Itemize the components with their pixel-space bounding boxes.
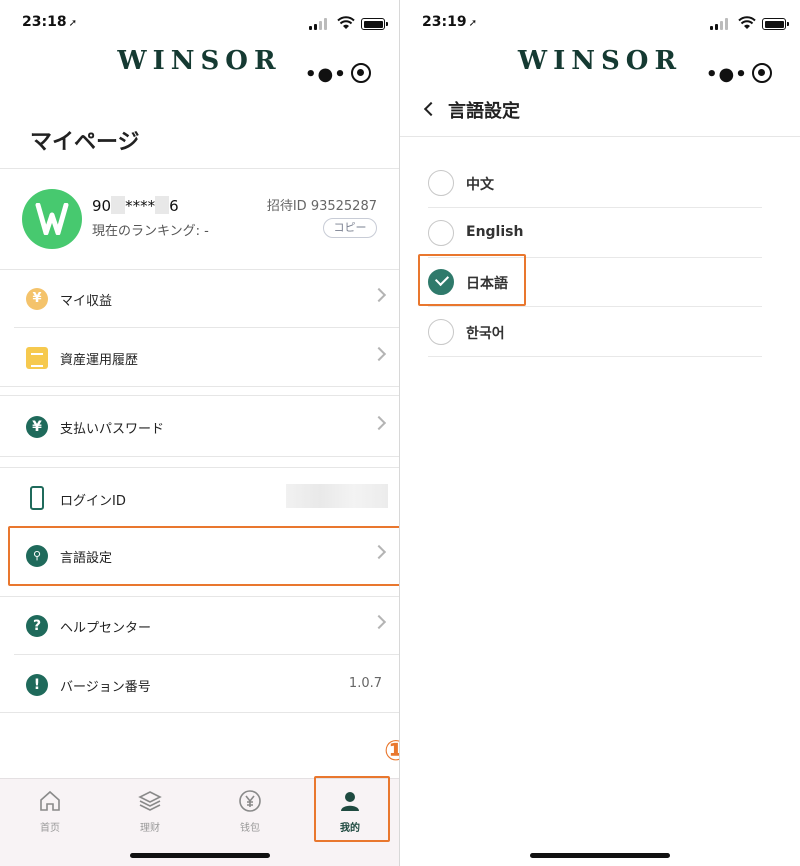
close-target-icon[interactable] — [752, 63, 772, 83]
radio-button[interactable] — [428, 170, 454, 196]
divider — [0, 712, 399, 713]
highlight-japanese — [418, 254, 526, 306]
menu-label: マイ収益 — [60, 294, 113, 309]
chevron-right-icon — [371, 346, 387, 362]
menu-label: ログインID — [60, 494, 126, 509]
divider — [14, 327, 399, 328]
section-gap — [0, 386, 399, 396]
divider — [14, 654, 399, 655]
signal-icon — [710, 18, 728, 30]
document-icon — [26, 347, 48, 369]
copy-button[interactable]: コピー — [323, 218, 377, 238]
status-time: 23:19 ➚ — [422, 14, 477, 30]
language-label: 中文 — [466, 177, 494, 193]
yen-hand-icon: ¥ — [26, 416, 48, 438]
more-icon[interactable]: •●• — [706, 64, 748, 85]
location-arrow-icon: ➚ — [468, 18, 477, 29]
mini-program-capsule[interactable]: •●• — [696, 56, 780, 90]
battery-icon — [361, 18, 388, 30]
phone-icon — [30, 486, 44, 510]
location-arrow-icon: ➚ — [68, 18, 77, 29]
mini-program-capsule[interactable]: •●• — [295, 56, 379, 90]
version-value: 1.0.7 — [348, 676, 382, 691]
yen-coin-icon: ¥ — [26, 288, 48, 310]
divider — [400, 136, 800, 137]
menu-item-pay-password[interactable]: ¥ 支払いパスワード — [0, 398, 399, 454]
menu-item-earnings[interactable]: ¥ マイ収益 — [0, 270, 399, 326]
status-time: 23:18 ➚ — [22, 14, 77, 30]
home-icon — [40, 790, 60, 811]
nav-title: 言語設定 — [448, 101, 520, 122]
language-label: English — [466, 224, 524, 240]
battery-icon — [762, 18, 789, 30]
more-icon[interactable]: •●• — [305, 64, 347, 85]
avatar — [22, 189, 82, 249]
menu-label: バージョン番号 — [60, 680, 151, 695]
tab-home[interactable]: 首页 — [10, 789, 90, 839]
tab-finance[interactable]: 理财 — [110, 789, 190, 839]
page-title: マイページ — [30, 130, 140, 155]
my-page-screen: 23:18 ➚ WINSOR •●• マイページ 90 **** 6 現在のランキング… — [0, 0, 400, 866]
step-badge-1: ① — [384, 734, 399, 767]
winsor-logo-icon — [35, 203, 69, 235]
chevron-right-icon — [371, 415, 387, 431]
wifi-icon — [738, 16, 756, 29]
status-bar: 23:18 ➚ — [0, 12, 399, 36]
signal-icon — [309, 18, 327, 30]
highlight-language — [8, 526, 399, 586]
radio-button[interactable] — [428, 319, 454, 345]
language-option-zh[interactable]: 中文 — [428, 158, 762, 208]
layers-icon — [138, 791, 162, 811]
language-option-ko[interactable]: 한국어 — [428, 307, 762, 357]
home-indicator — [530, 853, 670, 858]
user-id: 90 **** 6 — [92, 196, 179, 215]
home-indicator — [130, 853, 270, 858]
masked-login-id — [286, 484, 388, 508]
menu-label: ヘルプセンター — [60, 621, 152, 636]
menu-item-version: ! バージョン番号 1.0.7 — [0, 656, 399, 712]
close-target-icon[interactable] — [351, 63, 371, 83]
language-label: 한국어 — [466, 326, 505, 342]
menu-label: 資産運用履歴 — [60, 353, 139, 368]
menu-label: 支払いパスワード — [60, 422, 165, 437]
info-icon: ! — [26, 674, 48, 696]
chevron-right-icon — [371, 287, 387, 303]
section-gap — [0, 456, 399, 468]
yen-circle-icon — [239, 790, 261, 812]
ranking-text: 現在のランキング: - — [92, 224, 209, 239]
menu-item-help[interactable]: ? ヘルプセンター — [0, 597, 399, 653]
back-arrow-icon[interactable] — [423, 101, 439, 117]
masked-digit — [111, 196, 126, 214]
invite-id: 招待ID 93525287 — [266, 199, 377, 214]
language-settings-screen: 23:19 ➚ WINSOR •●• 言語設定 中文 English 日本語 한국… — [400, 0, 800, 866]
divider — [0, 168, 399, 169]
help-icon: ? — [26, 615, 48, 637]
tab-wallet[interactable]: 钱包 — [210, 789, 290, 839]
status-bar: 23:19 ➚ — [400, 12, 800, 36]
chevron-right-icon — [371, 614, 387, 630]
wifi-icon — [337, 16, 355, 29]
menu-item-login-id: ログインID — [0, 470, 399, 526]
menu-item-history[interactable]: 資産運用履歴 — [0, 329, 399, 385]
radio-button[interactable] — [428, 220, 454, 246]
language-option-en[interactable]: English — [428, 208, 762, 258]
masked-digit — [155, 196, 170, 214]
highlight-tab-mine — [314, 776, 390, 842]
